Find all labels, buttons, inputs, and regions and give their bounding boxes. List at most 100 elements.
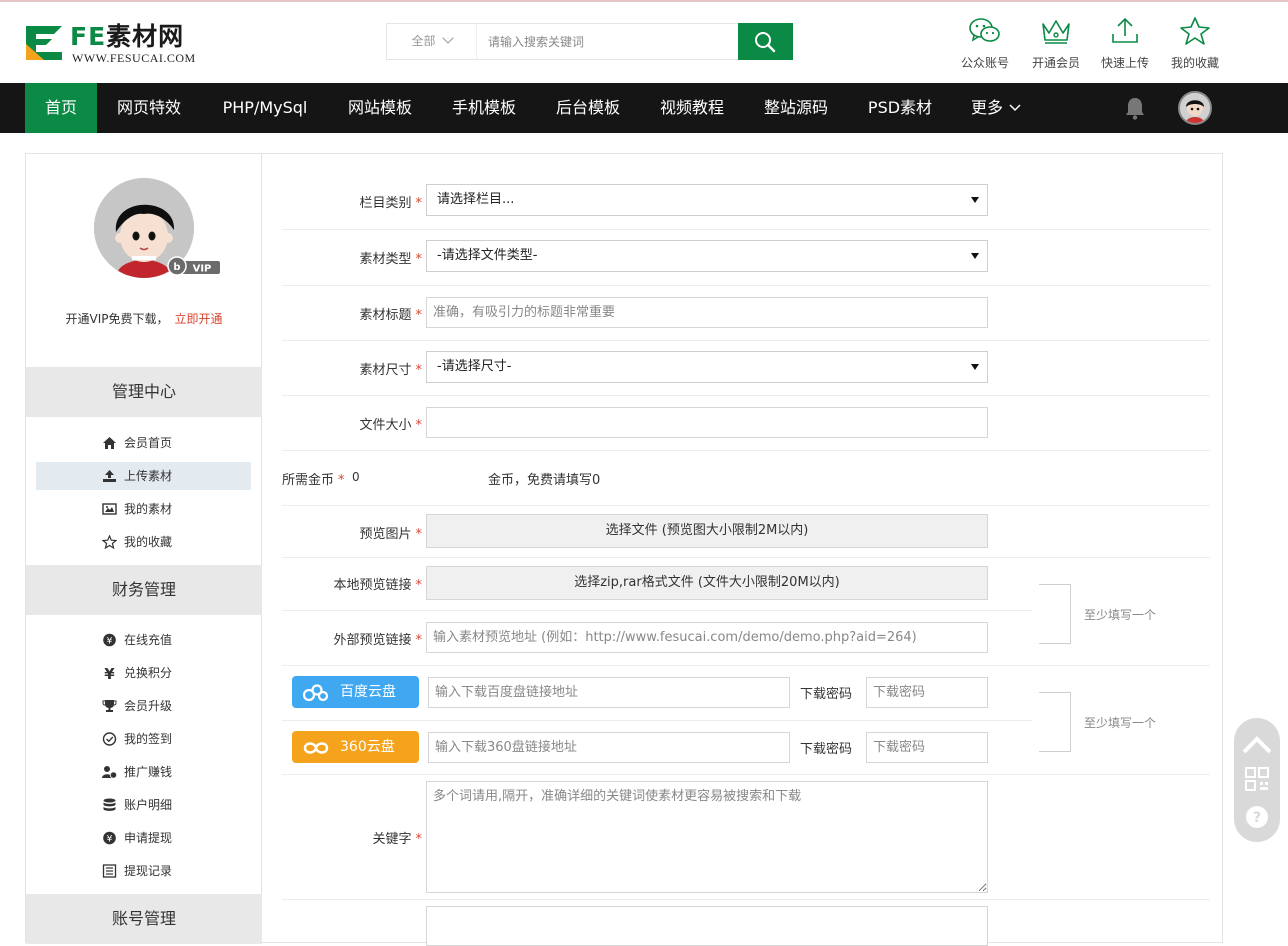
file-size-label: 文件大小 * (282, 414, 422, 433)
sidebar-item-withdraw[interactable]: ¥ 申请提现 (36, 824, 251, 852)
required-mark: * (415, 308, 423, 323)
quick-links: 公众账号 开通会员 快速上传 我的收藏 (950, 16, 1240, 76)
svg-text:¥: ¥ (107, 637, 113, 647)
quick-link-vip-label: 开通会员 (1031, 56, 1080, 70)
vip-badge-text: VIP (193, 264, 212, 275)
quick-link-wechat-label: 公众账号 (960, 56, 1009, 70)
nav-item-effects[interactable]: 网页特效 (105, 83, 193, 133)
local-preview-file-button[interactable]: 选择zip,rar格式文件 (文件大小限制20M以内) (426, 566, 988, 600)
form-row-category: 栏目类别 * 请选择栏目... (282, 174, 1210, 230)
sidebar-item-label: 账户明细 (124, 798, 173, 812)
sidebar-item-checkin[interactable]: 我的签到 (36, 725, 251, 753)
next-field-input[interactable] (426, 906, 988, 946)
quick-link-favorites[interactable]: 我的收藏 (1160, 16, 1230, 71)
nav-item-site-source[interactable]: 整站源码 (752, 83, 840, 133)
file-type-label: 素材类型 * (282, 248, 422, 267)
sidebar-item-label: 我的素材 (124, 502, 173, 516)
category-select[interactable]: 请选择栏目... (426, 184, 988, 216)
yen-icon: ¥ (104, 666, 115, 680)
size-select[interactable]: -请选择尺寸- (426, 351, 988, 383)
quick-link-wechat[interactable]: 公众账号 (950, 16, 1020, 71)
help-bubble-icon[interactable]: ? (1234, 800, 1280, 840)
baidu-password-input[interactable] (866, 677, 988, 708)
file-type-label-text: 素材类型 (359, 252, 412, 267)
bell-icon[interactable] (1124, 96, 1146, 120)
sidebar-item-label: 申请提现 (124, 831, 173, 845)
file-size-label-text: 文件大小 (359, 418, 412, 433)
title-input[interactable] (426, 297, 988, 328)
title-label-text: 素材标题 (359, 308, 412, 323)
required-mark: * (415, 196, 423, 211)
upload-icon (1112, 17, 1138, 43)
download-group-bracket (1039, 692, 1071, 752)
sidebar-item-label: 会员首页 (124, 436, 173, 450)
nav-item-home[interactable]: 首页 (25, 83, 97, 133)
form-row-local-preview: 本地预览链接 * 选择zip,rar格式文件 (文件大小限制20M以内) (282, 558, 1032, 611)
logo[interactable]: FE素材网 WWW.FESUCAI.COM (24, 22, 224, 66)
baidu-link-input[interactable] (428, 677, 790, 708)
sidebar-item-exchange-points[interactable]: ¥ 兑换积分 (36, 659, 251, 687)
sidebar-item-recharge[interactable]: ¥ 在线充值 (36, 626, 251, 654)
pan360-cloud-icon (303, 742, 329, 754)
pan360-password-input[interactable] (866, 732, 988, 763)
keywords-label: 关键字 * (282, 828, 422, 847)
coins-value[interactable]: 0 (352, 470, 360, 484)
vip-open-link[interactable]: 立即开通 (174, 312, 222, 326)
sidebar-item-account-details[interactable]: 账户明细 (36, 791, 251, 819)
sidebar: b VIP 开通VIP免费下载， 立即开通 管理中心 会员首页 上传素材 我的素材 … (26, 154, 262, 944)
external-preview-label: 外部预览链接 * (282, 629, 422, 648)
back-to-top-icon[interactable] (1234, 724, 1280, 764)
download-group-hint: 至少填写一个 (1084, 716, 1157, 730)
svg-text:¥: ¥ (107, 835, 113, 845)
baidu-password-label: 下载密码 (800, 687, 853, 702)
preview-image-file-button[interactable]: 选择文件 (预览图大小限制2M以内) (426, 514, 988, 548)
sidebar-item-label: 上传素材 (124, 469, 173, 483)
svg-text:¥: ¥ (104, 666, 115, 680)
main-nav: 首页 网页特效 PHP/MySql 网站模板 手机模板 后台模板 视频教程 整站… (0, 83, 1288, 133)
trophy-icon (102, 700, 117, 712)
required-mark: * (415, 252, 423, 267)
pan360-link-input[interactable] (428, 732, 790, 763)
search-button[interactable] (738, 23, 793, 60)
logo-url: WWW.FESUCAI.COM (72, 51, 196, 65)
pan360-button[interactable]: 360云盘 (292, 731, 419, 763)
baidu-cloud-button[interactable]: 百度云盘 (292, 676, 419, 708)
preview-group-hint: 至少填写一个 (1084, 608, 1157, 622)
external-preview-input[interactable] (426, 622, 988, 653)
home-icon (103, 437, 116, 449)
quick-link-upload-label: 快速上传 (1100, 56, 1149, 70)
sidebar-item-upload[interactable]: 上传素材 (36, 462, 251, 490)
nav-item-mobile-templates[interactable]: 手机模板 (440, 83, 528, 133)
nav-item-more[interactable]: 更多 (960, 83, 1032, 133)
sidebar-item-my-materials[interactable]: 我的素材 (36, 495, 251, 523)
keywords-label-text: 关键字 (372, 832, 412, 847)
nav-item-video-tutorials[interactable]: 视频教程 (648, 83, 736, 133)
header: FE素材网 WWW.FESUCAI.COM 全部 公众账号 开通会员 快速上传 … (0, 2, 1288, 83)
list-icon (102, 864, 117, 878)
sidebar-item-my-favorites[interactable]: 我的收藏 (36, 528, 251, 556)
keywords-textarea[interactable] (426, 781, 988, 893)
sidebar-section-account: 账号管理 (26, 894, 262, 944)
file-size-input[interactable] (426, 407, 988, 438)
nav-item-php-mysql[interactable]: PHP/MySql (210, 83, 320, 133)
required-mark: * (415, 578, 423, 593)
category-select-value: 请选择栏目... (437, 192, 515, 207)
sidebar-item-upgrade[interactable]: 会员升级 (36, 692, 251, 720)
user-avatar[interactable] (1178, 91, 1212, 125)
nav-item-admin-templates[interactable]: 后台模板 (544, 83, 632, 133)
sidebar-item-member-home[interactable]: 会员首页 (36, 429, 251, 457)
search-input[interactable] (478, 24, 738, 59)
nav-item-psd[interactable]: PSD素材 (856, 83, 944, 133)
quick-link-upload[interactable]: 快速上传 (1090, 16, 1160, 71)
sidebar-item-promote[interactable]: 推广赚钱 (36, 758, 251, 786)
vip-promo: 开通VIP免费下载， 立即开通 (26, 310, 262, 327)
quick-link-vip[interactable]: 开通会员 (1021, 16, 1091, 71)
file-type-select[interactable]: -请选择文件类型- (426, 240, 988, 272)
qrcode-icon[interactable] (1234, 764, 1280, 796)
search-category-select[interactable]: 全部 (387, 24, 477, 59)
star-icon (102, 535, 117, 549)
sidebar-item-withdraw-records[interactable]: 提现记录 (36, 857, 251, 885)
image-icon (102, 503, 117, 515)
size-label-text: 素材尺寸 (359, 363, 412, 378)
nav-item-site-templates[interactable]: 网站模板 (336, 83, 424, 133)
